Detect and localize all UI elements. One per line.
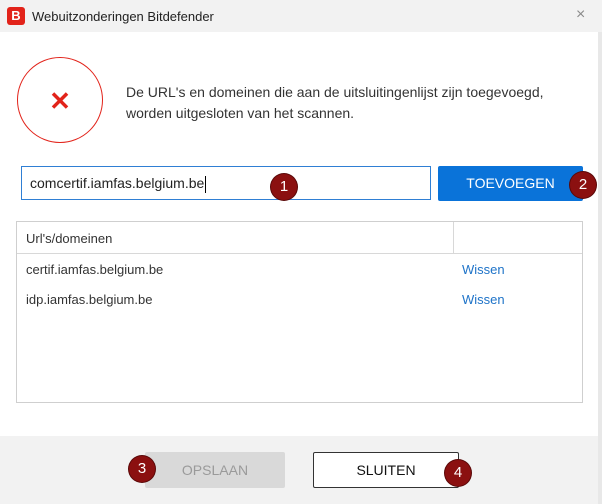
step-badge-4: 4	[445, 460, 471, 486]
error-x-icon: ✕	[49, 86, 71, 116]
table-header: Url's/domeinen	[17, 222, 582, 254]
exclusions-table: Url's/domeinen certif.iamfas.belgium.be …	[16, 221, 583, 403]
error-circle: ✕	[17, 57, 103, 143]
table-row: certif.iamfas.belgium.be Wissen	[17, 255, 582, 283]
step-badge-2: 2	[570, 172, 596, 198]
url-input-value: comcertif.iamfas.belgium.be	[30, 175, 205, 191]
column-divider	[453, 222, 454, 253]
url-input[interactable]: comcertif.iamfas.belgium.be	[21, 166, 431, 200]
window-title: Webuitzonderingen Bitdefender	[32, 9, 214, 24]
step-badge-1: 1	[271, 174, 297, 200]
window-close-button[interactable]: ×	[576, 6, 585, 24]
row-url: idp.iamfas.belgium.be	[26, 292, 153, 307]
footer-bar	[0, 436, 598, 504]
text-caret	[205, 175, 207, 193]
column-header-urls: Url's/domeinen	[26, 231, 113, 246]
bitdefender-logo-icon: B	[7, 7, 25, 25]
description-text: De URL's en domeinen die aan de uitsluit…	[126, 84, 544, 121]
title-bar: B Webuitzonderingen Bitdefender ×	[0, 0, 602, 32]
delete-link[interactable]: Wissen	[462, 262, 505, 277]
delete-link[interactable]: Wissen	[462, 292, 505, 307]
step-badge-3: 3	[129, 456, 155, 482]
close-button[interactable]: SLUITEN	[313, 452, 459, 488]
add-button[interactable]: TOEVOEGEN	[438, 166, 583, 201]
table-row: idp.iamfas.belgium.be Wissen	[17, 285, 582, 313]
window-edge	[598, 32, 602, 504]
save-button[interactable]: OPSLAAN	[145, 452, 285, 488]
row-url: certif.iamfas.belgium.be	[26, 262, 164, 277]
